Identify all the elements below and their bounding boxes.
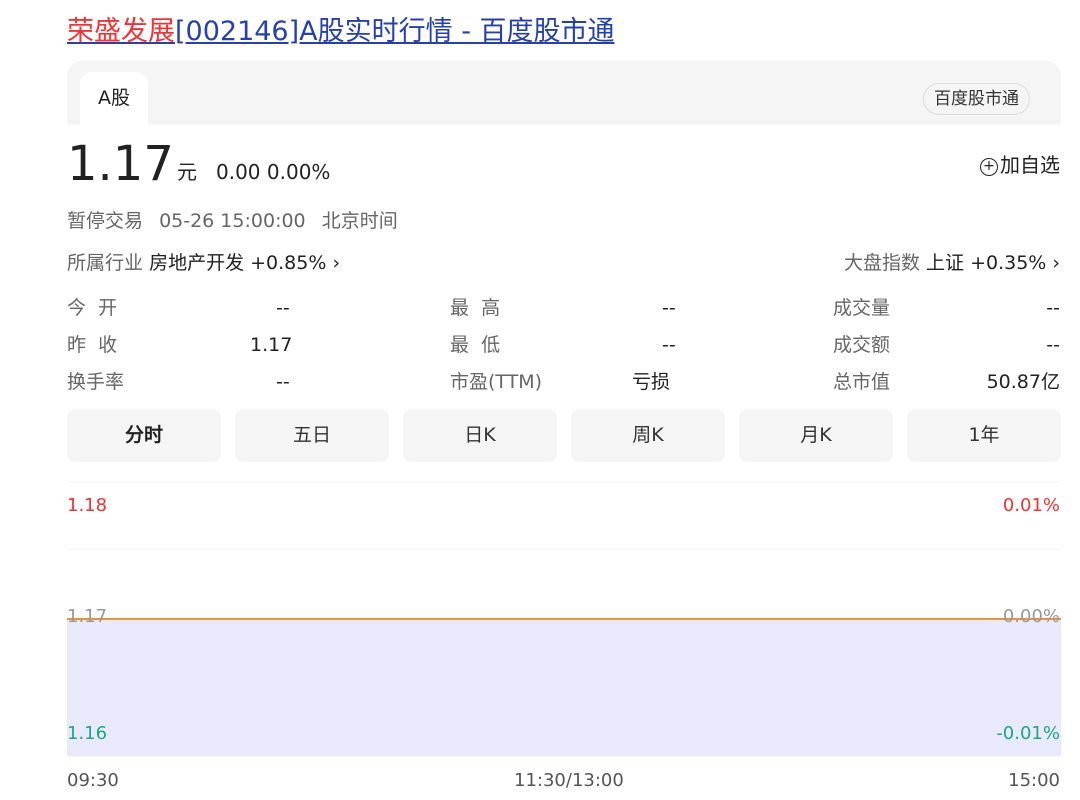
intraday-chart[interactable]	[0, 0, 1080, 800]
x-label-close: 15:00	[1008, 770, 1060, 791]
price-area-fill	[67, 619, 1061, 756]
y-label-low: 1.16	[67, 723, 108, 744]
y-pct-mid: 0.00%	[1002, 606, 1060, 627]
y-pct-high: 0.01%	[1002, 495, 1060, 516]
y-label-high: 1.18	[67, 495, 108, 516]
y-label-mid: 1.17	[67, 606, 108, 627]
y-pct-low: -0.01%	[996, 723, 1060, 744]
x-label-midday: 11:30/13:00	[514, 770, 624, 791]
x-label-open: 09:30	[67, 770, 119, 791]
